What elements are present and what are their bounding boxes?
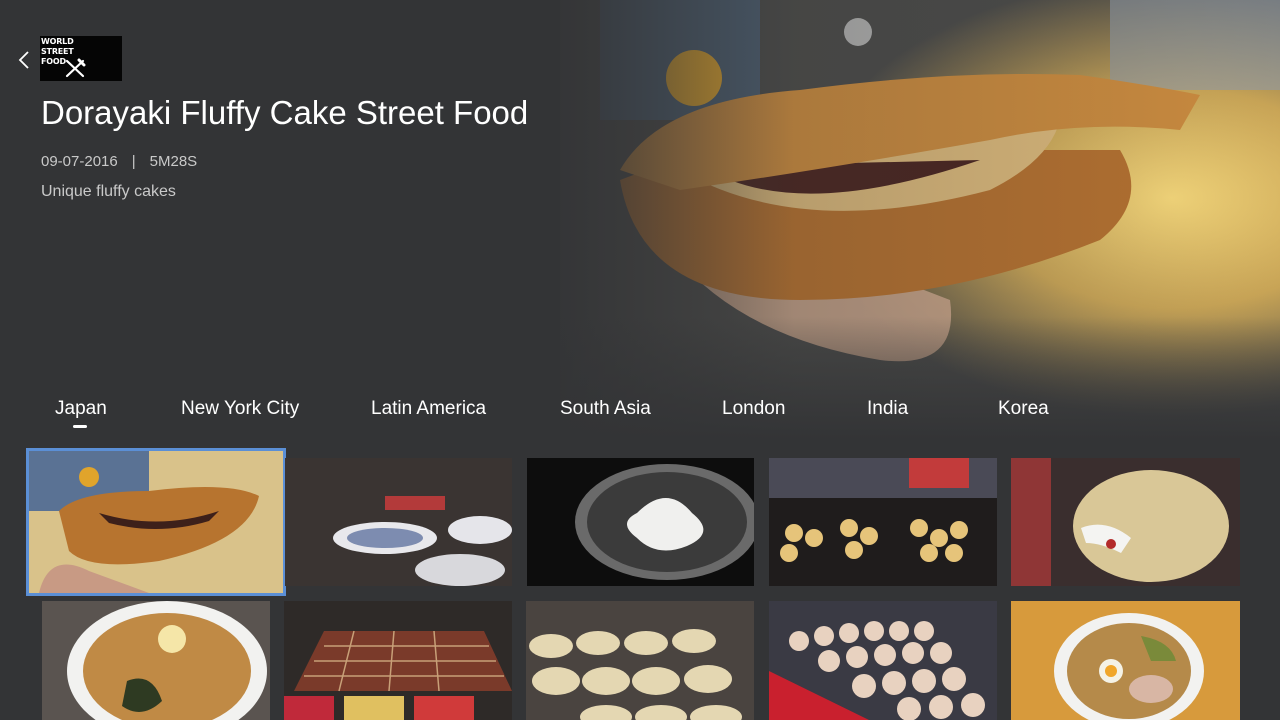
thumbnail-dumplings-pan[interactable] — [527, 458, 754, 586]
thumbnail-dorayaki[interactable] — [26, 448, 286, 596]
thumbnail-ramen-nori[interactable] — [42, 601, 270, 720]
thumbnail-custard-cups[interactable] — [526, 601, 754, 720]
tab-london[interactable]: London — [722, 398, 785, 420]
tab-south-asia[interactable]: South Asia — [560, 398, 651, 420]
tab-india[interactable]: India — [867, 398, 908, 420]
thumbnail-sushi-plates[interactable] — [285, 458, 512, 586]
selected-tab-indicator — [73, 425, 87, 428]
hero-banner: WORLD STREET FOOD Dorayaki Fluffy Cake S… — [0, 0, 1280, 440]
thumbnail-image — [1011, 458, 1240, 586]
chevron-left-icon — [18, 51, 29, 69]
video-meta: 09-07-2016 | 5M28S — [41, 153, 197, 170]
thumbnail-image — [285, 458, 512, 586]
thumbnail-crepe[interactable] — [1011, 458, 1240, 586]
tab-japan[interactable]: Japan — [55, 398, 107, 420]
thumbnail-ramen-bowl[interactable] — [1011, 601, 1240, 720]
tab-latin-america[interactable]: Latin America — [371, 398, 486, 420]
world-street-food-logo: WORLD STREET FOOD — [40, 36, 122, 81]
video-description: Unique fluffy cakes — [41, 183, 176, 200]
back-button[interactable] — [10, 44, 38, 76]
tab-korea[interactable]: Korea — [998, 398, 1049, 420]
thumbnail-image — [29, 451, 283, 593]
thumbnail-takoyaki[interactable] — [769, 458, 997, 586]
thumbnail-image — [1011, 601, 1240, 720]
video-title: Dorayaki Fluffy Cake Street Food — [41, 94, 529, 131]
meta-separator: | — [131, 153, 136, 170]
thumbnail-image — [526, 601, 754, 720]
thumbnail-image — [769, 458, 997, 586]
video-duration: 5M28S — [149, 153, 198, 170]
hero-image — [0, 0, 1280, 440]
tab-new-york-city[interactable]: New York City — [181, 398, 299, 420]
thumbnail-grilled-squares[interactable] — [284, 601, 512, 720]
crossed-utensils-icon — [65, 58, 86, 78]
video-date: 09-07-2016 — [41, 153, 118, 170]
thumbnail-image — [284, 601, 512, 720]
thumbnail-image — [42, 601, 270, 720]
thumbnail-baked-buns[interactable] — [769, 601, 997, 720]
region-tabs: Japan New York City Latin America South … — [0, 394, 1280, 434]
thumbnail-image — [527, 458, 754, 586]
thumbnail-image — [769, 601, 997, 720]
